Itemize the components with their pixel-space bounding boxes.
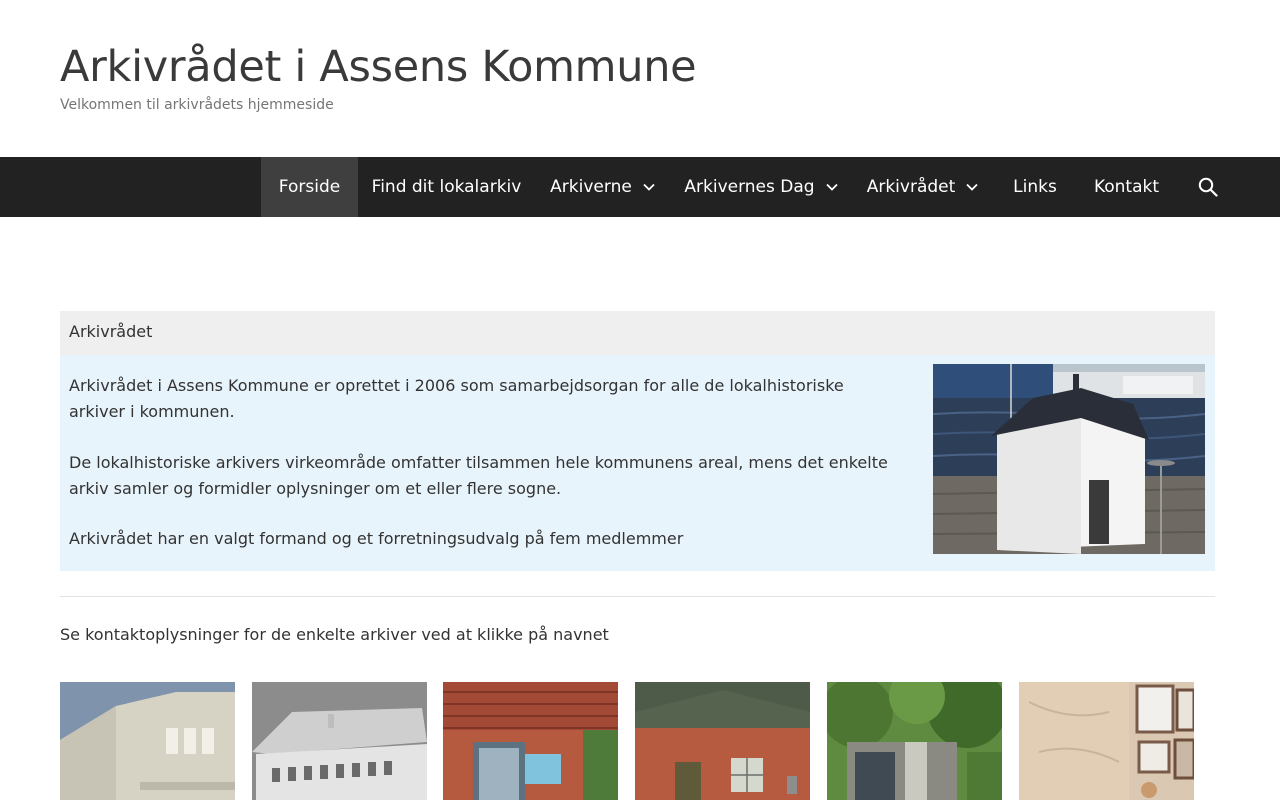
nav-item-arkiverne[interactable]: Arkiverne <box>535 157 671 217</box>
chevron-down-icon <box>966 183 978 191</box>
nav-item-label: Arkiverne <box>550 177 632 197</box>
nav-item-forside[interactable]: Forside <box>261 157 358 217</box>
main-navigation: Forside Find dit lokalarkiv Arkiverne Ar… <box>0 157 1280 217</box>
nav-item-label: Find dit lokalarkiv <box>371 177 522 197</box>
archive-thumbnail-3[interactable] <box>443 682 618 800</box>
search-icon <box>1198 177 1218 197</box>
archive-thumbnail-4[interactable] <box>635 682 810 800</box>
intro-box-title: Arkivrådet <box>69 322 153 341</box>
search-button[interactable] <box>1185 157 1231 217</box>
nav-item-links[interactable]: Links <box>994 157 1076 217</box>
contact-note: Se kontaktoplysninger for de enkelte ark… <box>60 625 609 644</box>
archive-thumbnail-1[interactable] <box>60 682 235 800</box>
nav-item-arkivernes-dag[interactable]: Arkivernes Dag <box>671 157 852 217</box>
intro-paragraph-2: De lokalhistoriske arkivers virkeområde … <box>69 453 888 498</box>
intro-box: Arkivrådet Arkivrådet i Assens Kommune e… <box>60 311 1215 571</box>
archive-thumbnail-6[interactable] <box>1019 682 1194 800</box>
nav-item-label: Arkivernes Dag <box>684 177 815 197</box>
nav-item-label: Kontakt <box>1093 177 1160 197</box>
nav-item-label: Arkivrådet <box>866 177 956 197</box>
nav-item-kontakt[interactable]: Kontakt <box>1076 157 1177 217</box>
site-header: Arkivrådet i Assens Kommune Velkommen ti… <box>0 0 1280 157</box>
chevron-down-icon <box>825 183 838 191</box>
intro-paragraph-1: Arkivrådet i Assens Kommune er oprettet … <box>69 376 844 421</box>
site-title[interactable]: Arkivrådet i Assens Kommune <box>60 40 697 94</box>
nav-item-label: Forside <box>278 177 341 197</box>
archive-thumbnail-5[interactable] <box>827 682 1002 800</box>
intro-paragraph-3: Arkivrådet har en valgt formand og et fo… <box>69 529 684 548</box>
site-tagline: Velkommen til arkivrådets hjemmeside <box>60 97 334 113</box>
section-divider <box>60 596 1215 597</box>
nav-item-arkivradet[interactable]: Arkivrådet <box>852 157 994 217</box>
chevron-down-icon <box>643 183 655 191</box>
nav-item-label: Links <box>1013 177 1057 197</box>
harbor-pavilion-photo <box>933 364 1205 554</box>
intro-box-header: Arkivrådet <box>60 311 1215 355</box>
nav-item-find-dit-lokalarkiv[interactable]: Find dit lokalarkiv <box>358 157 535 217</box>
archive-thumbnail-2[interactable] <box>252 682 427 800</box>
